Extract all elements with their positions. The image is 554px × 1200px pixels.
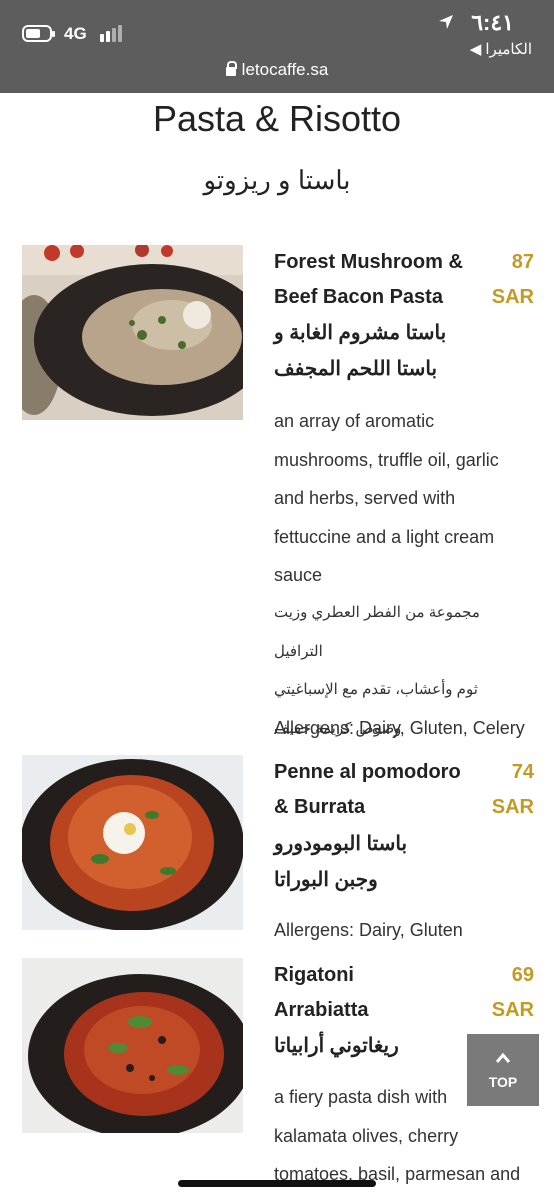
network-type: 4G — [64, 24, 87, 43]
section-title-arabic: باستا و ريزوتو — [203, 165, 351, 195]
location-arrow-icon — [439, 15, 453, 29]
lock-icon — [225, 61, 237, 76]
battery-icon — [22, 25, 55, 42]
browser-status-bar: 4G ٦:٤١ ◀ الكاميرا letocaffe.sa — [0, 0, 554, 93]
dish-photo-rigatoni-arrabiatta[interactable] — [22, 958, 243, 1133]
dish-name-arabic: باستا مشروم الغابة و باستا اللحم المجفف — [274, 322, 447, 380]
dish-photo-penne-burrata[interactable] — [22, 755, 243, 930]
dish-allergens: Allergens: Dairy, Gluten — [274, 920, 463, 940]
dish-price: 69 SAR — [491, 964, 534, 1021]
chevron-up-icon — [495, 1052, 511, 1063]
section-title: Pasta & Risotto — [152, 98, 402, 139]
dish-photo-mushroom-pasta[interactable] — [22, 245, 243, 420]
dish-price: 74 SAR — [491, 761, 534, 818]
dish-name: Rigatoni Arrabiatta — [274, 964, 369, 1021]
address-bar[interactable]: letocaffe.sa — [0, 60, 554, 80]
dish-name: Penne al pomodoro & Burrata — [274, 761, 461, 818]
clock-time: ٦:٤١ — [471, 10, 514, 35]
back-to-top-label: TOP — [488, 1074, 518, 1090]
dish-name-arabic: باستا البومودورو وجبن البوراتا — [274, 833, 408, 891]
back-to-top-button[interactable]: TOP — [467, 1034, 539, 1106]
dish-price: 87 SAR — [491, 251, 534, 308]
dish-allergens: Allergens: Dairy, Gluten, Celery — [274, 718, 525, 738]
signal-icon — [100, 24, 122, 42]
home-indicator[interactable] — [178, 1180, 376, 1187]
url-text: letocaffe.sa — [241, 60, 329, 79]
dish-name-arabic: ريغاتوني أرابياتا — [274, 1035, 399, 1057]
dish-name: Forest Mushroom & Beef Bacon Pasta — [274, 251, 463, 308]
dish-description: an array of aromatic mushrooms, truffle o… — [274, 411, 499, 585]
back-to-app-link[interactable]: ◀ الكاميرا — [470, 40, 532, 58]
